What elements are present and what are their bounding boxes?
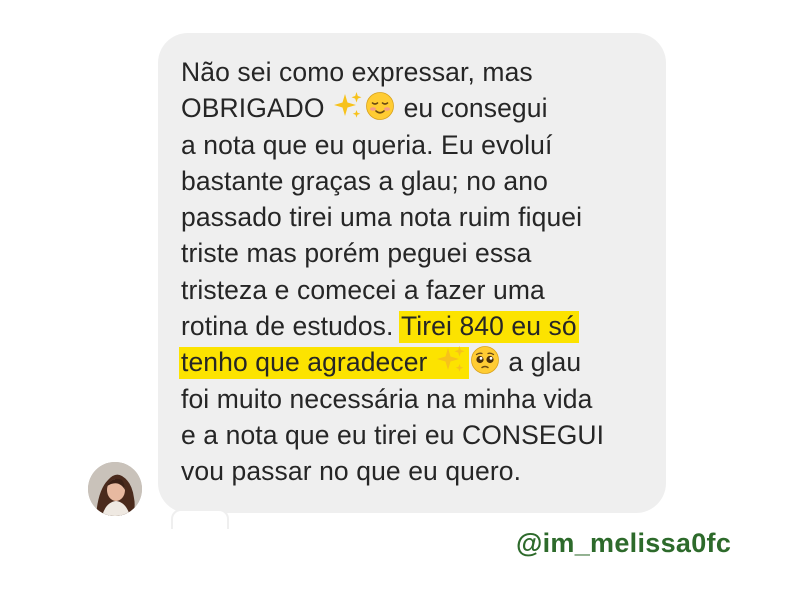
message-line: rotina de estudos. Tirei 840 eu só xyxy=(181,311,579,344)
message-line: e a nota que eu tirei eu CONSEGUI xyxy=(181,419,605,450)
sender-avatar[interactable] xyxy=(88,462,142,516)
message-line: vou passar no que eu quero. xyxy=(181,456,522,487)
message-line: foi muito necessária na minha vida xyxy=(181,383,593,414)
reaction-pill[interactable] xyxy=(171,509,229,529)
sparkles-icon xyxy=(333,91,363,130)
sparkles-icon xyxy=(436,345,466,384)
highlighted-text: tenho que agradecer xyxy=(179,346,469,380)
message-line: triste mas porém peguei essa xyxy=(181,238,532,269)
message-line: Não sei como expressar, mas xyxy=(181,57,533,87)
message-line: tenho que agradecer a glau xyxy=(179,344,651,380)
message-line: OBRIGADO eu consegui xyxy=(181,90,651,126)
message-line: passado tirei uma nota ruim fiquei xyxy=(181,202,583,233)
message-line: a nota que eu queria. Eu evoluí xyxy=(181,129,553,160)
message-line: tristeza e comecei a fazer uma xyxy=(181,274,545,305)
relieved-face-icon xyxy=(365,91,395,130)
highlighted-text: Tirei 840 eu só xyxy=(398,311,579,344)
avatar-photo-icon xyxy=(88,462,142,516)
message-text: Não sei como expressar, mas OBRIGADO eu … xyxy=(179,54,651,490)
username-watermark: @im_melissa0fc xyxy=(516,528,732,558)
pleading-face-icon xyxy=(470,345,500,384)
message-line: bastante graças a glau; no ano xyxy=(181,165,548,196)
